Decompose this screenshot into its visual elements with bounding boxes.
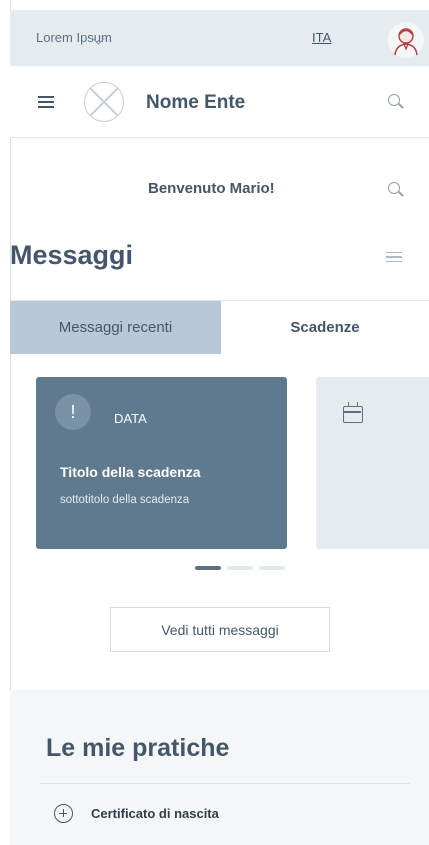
tab-deadlines[interactable]: Scadenze	[221, 301, 429, 354]
pagination-dot[interactable]	[259, 566, 285, 570]
list-item-label: Certificato di nascita	[91, 806, 219, 821]
plus-circle-icon	[54, 804, 73, 823]
pagination-dot[interactable]	[227, 566, 253, 570]
view-all-messages-button[interactable]: Vedi tutti messaggi	[110, 607, 330, 652]
divider	[40, 783, 410, 784]
app-header: Nome Ente	[10, 66, 429, 138]
messages-title: Messaggi	[10, 240, 134, 270]
deadline-date: DATA	[114, 411, 147, 426]
welcome-text: Benvenuto Mario!	[148, 180, 275, 197]
pagination-dot-active[interactable]	[195, 566, 221, 570]
search-icon[interactable]	[388, 182, 400, 194]
deadline-title: Titolo della scadenza	[60, 464, 201, 480]
entity-logo-placeholder	[84, 82, 124, 122]
user-avatar[interactable]	[388, 22, 424, 58]
alert-icon: !	[55, 394, 91, 430]
menu-icon[interactable]	[386, 252, 402, 262]
search-icon[interactable]	[388, 94, 400, 106]
hamburger-menu-icon[interactable]	[38, 96, 54, 108]
language-selector[interactable]: ITA	[312, 30, 331, 45]
avatar-icon	[394, 28, 418, 56]
messages-tabs: Messaggi recenti Scadenze	[10, 300, 429, 354]
top-utility-bar: Lorem Ipsum ITA	[10, 10, 429, 66]
tab-recent-messages[interactable]: Messaggi recenti	[10, 301, 221, 354]
section-title: Le mie pratiche	[46, 734, 230, 762]
deadline-subtitle: sottotitolo della scadenza	[60, 494, 190, 506]
calendar-icon	[343, 402, 363, 423]
my-practices-section: Le mie pratiche Certificato di nascita	[10, 690, 429, 845]
entity-name: Nome Ente	[146, 92, 246, 113]
deadline-card[interactable]	[316, 377, 429, 549]
deadline-card[interactable]: ! DATA Titolo della scadenza sottotitolo…	[36, 377, 287, 549]
list-item[interactable]: Certificato di nascita	[54, 804, 219, 823]
